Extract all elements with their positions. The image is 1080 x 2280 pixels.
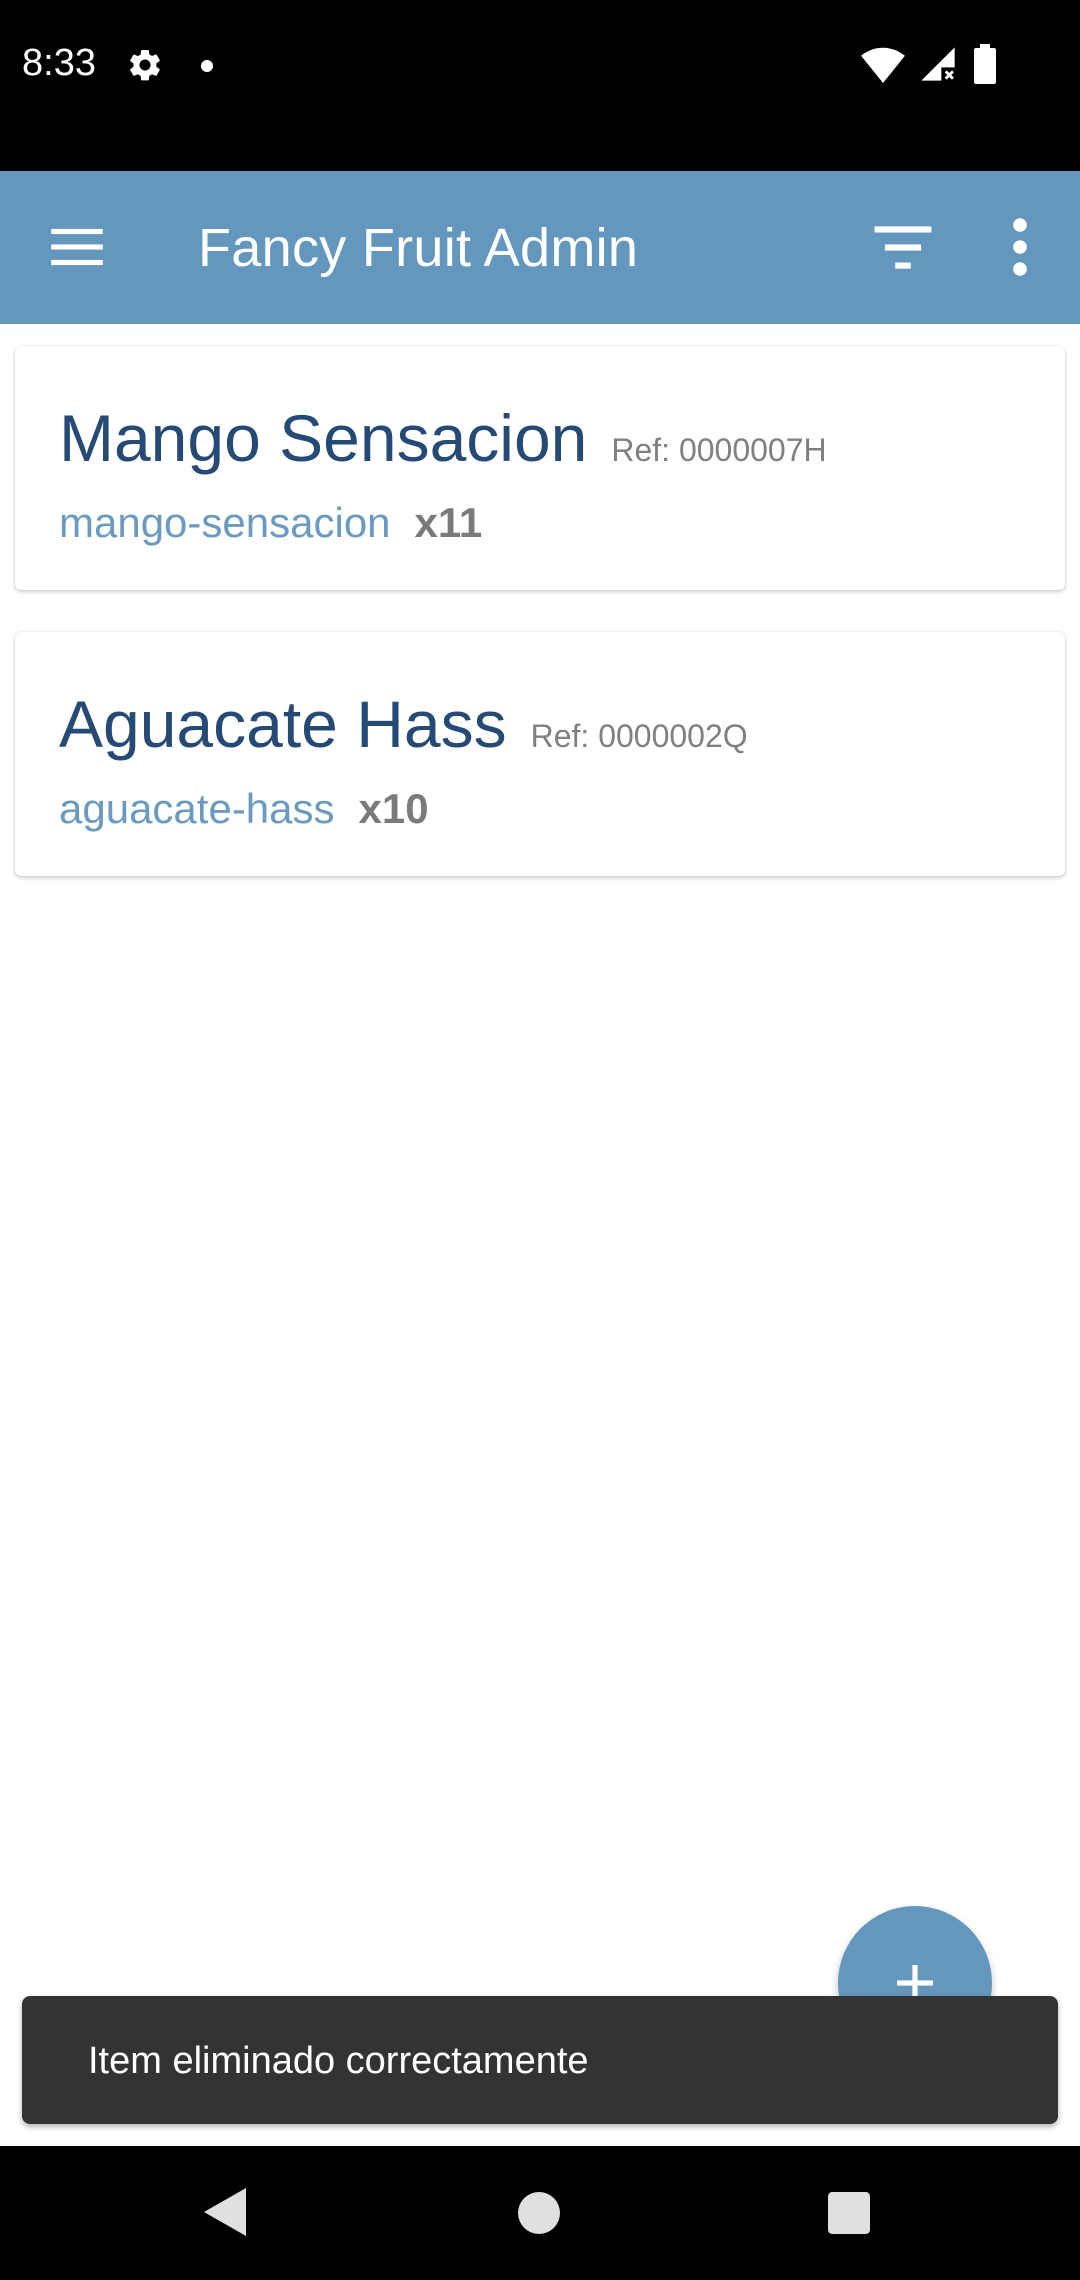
filter-icon[interactable]: [872, 221, 934, 273]
home-icon[interactable]: [518, 2192, 560, 2234]
notification-dot-icon: [201, 60, 213, 72]
status-time: 8:33: [22, 42, 96, 84]
system-nav-bar: [0, 2146, 1080, 2280]
item-card-aguacate-hass[interactable]: Aguacate Hass Ref: 0000002Q aguacate-has…: [15, 632, 1065, 876]
menu-icon[interactable]: [46, 216, 108, 278]
status-icons: [860, 44, 1060, 86]
app-bar: Fancy Fruit Admin: [0, 171, 1080, 324]
recents-icon[interactable]: [828, 2192, 870, 2234]
app-title: Fancy Fruit Admin: [198, 218, 639, 278]
more-vert-icon[interactable]: [1000, 215, 1040, 279]
item-slug: mango-sensacion: [59, 499, 391, 546]
gear-icon: [130, 49, 160, 81]
item-ref: Ref: 0000002Q: [530, 718, 748, 754]
item-quantity: x10: [358, 785, 429, 832]
item-quantity: x11: [414, 499, 483, 546]
status-bar: 8:33: [0, 0, 1080, 171]
item-name: Mango Sensacion: [59, 401, 588, 475]
item-ref: Ref: 0000007H: [611, 432, 827, 468]
item-card-mango-sensacion[interactable]: Mango Sensacion Ref: 0000007H mango-sens…: [15, 346, 1065, 590]
back-icon[interactable]: [204, 2188, 246, 2236]
wifi-icon: [861, 47, 905, 84]
item-slug: aguacate-hass: [59, 785, 335, 832]
snackbar: Item eliminado correctamente: [22, 1996, 1058, 2124]
snackbar-message: Item eliminado correctamente: [88, 2040, 589, 2082]
battery-icon: [974, 44, 996, 84]
cellular-signal-icon: [921, 47, 955, 81]
item-name: Aguacate Hass: [59, 687, 507, 761]
